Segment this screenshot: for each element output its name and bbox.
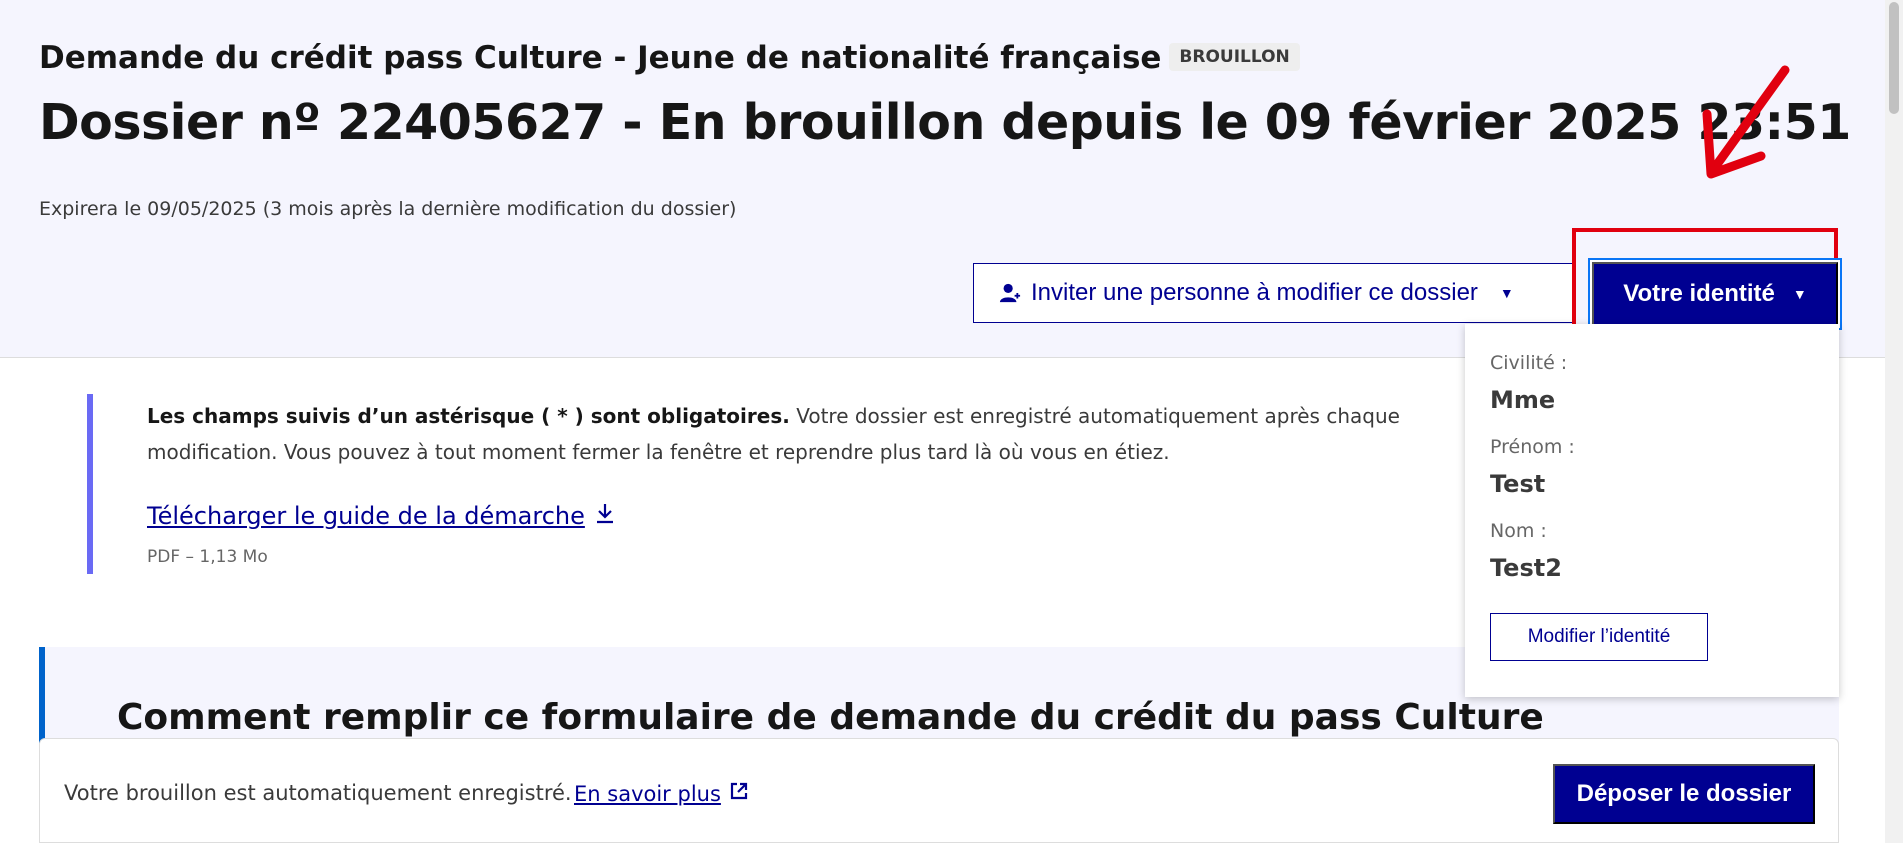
firstname-value: Test	[1490, 470, 1546, 498]
procedure-title-text: Demande du crédit pass Culture - Jeune d…	[39, 40, 1162, 76]
notice-text: Les champs suivis d’un astérisque ( * ) …	[147, 398, 1447, 470]
draft-save-bar: Votre brouillon est automatiquement enre…	[39, 738, 1839, 843]
person-add-icon	[999, 283, 1021, 303]
identity-button[interactable]: Votre identité ▼	[1592, 262, 1838, 326]
learn-more-link[interactable]: En savoir plus	[574, 781, 749, 806]
procedure-title: Demande du crédit pass Culture - Jeune d…	[39, 40, 1300, 76]
guide-file-meta: PDF – 1,13 Mo	[147, 547, 268, 567]
firstname-label: Prénom :	[1490, 436, 1575, 458]
identity-button-label: Votre identité	[1623, 280, 1775, 307]
required-fields-text: Les champs suivis d’un astérisque ( * ) …	[147, 404, 790, 428]
modify-identity-button[interactable]: Modifier l’identité	[1490, 613, 1708, 661]
submit-dossier-button[interactable]: Déposer le dossier	[1553, 764, 1815, 824]
scrollbar-thumb[interactable]	[1889, 2, 1899, 114]
caret-down-icon: ▼	[1792, 286, 1807, 302]
howto-title: Comment remplir ce formulaire de demande…	[117, 697, 1544, 738]
caret-down-icon: ▼	[1499, 285, 1514, 301]
download-guide-link[interactable]: Télécharger le guide de la démarche	[147, 502, 615, 530]
invite-button[interactable]: Inviter une personne à modifier ce dossi…	[973, 263, 1576, 323]
info-notice: Les champs suivis d’un astérisque ( * ) …	[87, 394, 1457, 574]
external-link-icon	[730, 782, 748, 800]
download-icon	[596, 504, 613, 524]
lastname-label: Nom :	[1490, 520, 1547, 542]
page-scrollbar[interactable]	[1885, 0, 1903, 843]
civility-label: Civilité :	[1490, 352, 1568, 374]
learn-more-label: En savoir plus	[574, 782, 721, 806]
civility-value: Mme	[1490, 386, 1556, 414]
invite-button-label: Inviter une personne à modifier ce dossi…	[1031, 279, 1478, 306]
dossier-title: Dossier nº 22405627 - En brouillon depui…	[39, 94, 1851, 151]
download-guide-label: Télécharger le guide de la démarche	[147, 502, 585, 530]
status-badge: BROUILLON	[1169, 43, 1300, 71]
red-arrow-annotation	[1702, 65, 1790, 179]
identity-dropdown: Civilité : Mme Prénom : Test Nom : Test2…	[1465, 324, 1839, 697]
autosave-status: Votre brouillon est automatiquement enre…	[64, 781, 572, 805]
expiry-text: Expirera le 09/05/2025 (3 mois après la …	[39, 198, 737, 220]
lastname-value: Test2	[1490, 554, 1562, 582]
